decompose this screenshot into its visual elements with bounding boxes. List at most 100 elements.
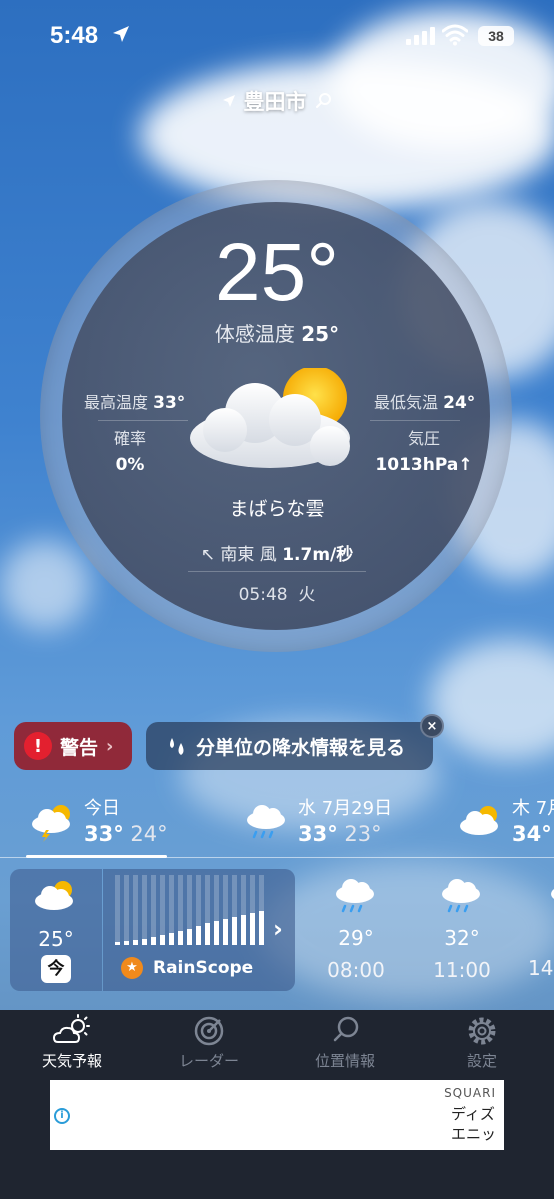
battery-indicator: 38 — [478, 26, 514, 46]
location-arrow-icon — [222, 95, 235, 107]
day-name: 水 7月29日 — [298, 798, 393, 819]
hourly-temp: 32° — [444, 926, 480, 950]
day-name: 木 7月 — [512, 798, 554, 819]
partly-cloudy-icon — [190, 368, 350, 468]
search-icon[interactable] — [315, 92, 333, 110]
wind-info: ↖ 南東 風 1.7m/秒 — [0, 540, 554, 565]
divider — [188, 571, 366, 572]
daily-item[interactable]: 木 7月 34° — [458, 794, 554, 854]
high-temp-label: 最高温度 — [84, 393, 149, 412]
close-icon[interactable]: × — [420, 714, 444, 738]
tab-label: 位置情報 — [314, 1052, 375, 1070]
tab-location[interactable]: 位置情報 — [290, 1014, 400, 1071]
hourly-time: 14 — [528, 956, 554, 980]
day-low: 23° — [344, 822, 382, 846]
day-low: 24° — [130, 822, 168, 846]
now-badge: 今 — [41, 955, 71, 983]
hourly-time: 08:00 — [327, 958, 385, 982]
status-time: 5:48 — [50, 22, 99, 49]
day-high: 33° — [298, 822, 338, 846]
partly-sunny-icon — [52, 1014, 90, 1043]
updated-time: 05:48 — [238, 585, 288, 605]
rain-cloud-icon — [551, 889, 554, 899]
warning-label: 警告 — [60, 736, 99, 759]
current-temperature: 25° — [214, 227, 339, 318]
ad-line: エニッ — [450, 1125, 496, 1143]
ad-brand: SQUARI — [444, 1086, 496, 1100]
rainscope-panel[interactable]: › ★ RainScope — [103, 869, 295, 991]
partly-sunny-icon — [460, 806, 498, 835]
tab-forecast[interactable]: 天気予報 — [17, 1014, 127, 1071]
divider — [98, 420, 188, 421]
tab-radar[interactable]: レーダー — [154, 1014, 264, 1071]
hourly-time: 11:00 — [433, 958, 491, 982]
rain-cloud-icon — [336, 879, 374, 913]
day-temps: 34° — [512, 822, 552, 846]
hourly-item[interactable]: 14 — [528, 876, 554, 980]
pressure: 気圧 1013hPa↑ — [364, 425, 484, 475]
low-temp: 最低気温 24° — [374, 389, 475, 413]
daily-item[interactable]: 今日 33° 24° — [30, 794, 190, 854]
wind-speed: 1.7m/秒 — [282, 545, 354, 565]
exclamation-icon: ! — [24, 732, 52, 760]
day-high: 33° — [84, 822, 124, 846]
weather-condition: まばらな雲 — [229, 498, 325, 520]
hourly-item[interactable]: 29° 08:00 — [316, 876, 396, 982]
hourly-temp: 29° — [338, 926, 374, 950]
chevron-right-icon: › — [106, 735, 114, 757]
rainscope-star-icon: ★ — [121, 957, 143, 979]
rainscope-bars — [115, 875, 264, 945]
wind-direction-icon: ↖ — [200, 545, 215, 565]
raindrops-icon — [170, 738, 184, 755]
hourly-now-temp: 25° — [38, 927, 74, 951]
ad-banner[interactable]: i SQUARI ディズ エニッ — [50, 1080, 504, 1150]
day-high: 34° — [512, 822, 552, 846]
city-header[interactable]: 豊田市 — [0, 86, 554, 116]
tab-settings[interactable]: 設定 — [427, 1014, 537, 1071]
day-temps: 33° 24° — [84, 822, 168, 846]
low-temp-label: 最低気温 — [374, 393, 439, 412]
partly-sunny-icon — [35, 881, 73, 910]
ad-line: ディズ — [450, 1105, 495, 1123]
minute-precip-label: 分単位の降水情報を見る — [196, 736, 406, 759]
chevron-right-icon: › — [273, 915, 283, 943]
rainscope-label: RainScope — [153, 958, 254, 978]
pressure-value: 1013hPa↑ — [375, 455, 473, 475]
updated-day: 火 — [298, 585, 316, 605]
warning-button[interactable]: ! 警告 › — [14, 722, 132, 770]
daily-item[interactable]: 水 7月29日 33° 23° — [244, 794, 444, 854]
rain-cloud-icon — [247, 805, 285, 839]
selected-day-indicator — [26, 855, 167, 858]
hourly-item[interactable]: 32° 11:00 — [422, 876, 502, 982]
city-name: 豊田市 — [243, 90, 307, 114]
precip-prob-label: 確率 — [113, 429, 146, 448]
status-bar: 5:48 38 — [0, 0, 554, 72]
feels-like: 体感温度 25° — [0, 318, 554, 347]
feels-like-value: 25° — [301, 322, 340, 346]
divider — [370, 420, 460, 421]
partly-sunny-thunder-icon — [32, 805, 70, 842]
wind-direction: 南東 風 — [220, 545, 277, 565]
gear-icon — [468, 1017, 496, 1045]
tab-label: 設定 — [466, 1052, 497, 1070]
day-name: 今日 — [84, 798, 120, 819]
updated-datetime: 05:48 火 — [0, 580, 554, 605]
low-temp-value: 24° — [443, 393, 476, 413]
radar-icon — [194, 1016, 224, 1046]
minute-precip-button[interactable]: 分単位の降水情報を見る — [146, 722, 433, 770]
high-temp: 最高温度 33° — [84, 389, 185, 413]
precip-prob-value: 0% — [115, 455, 145, 475]
tab-label: レーダー — [178, 1052, 239, 1070]
precip-prob: 確率 0% — [80, 425, 180, 475]
tab-label: 天気予報 — [41, 1052, 102, 1070]
hourly-now[interactable]: 25° 今 — [10, 869, 102, 991]
rain-cloud-icon — [442, 879, 480, 913]
location-arrow-icon — [113, 26, 129, 42]
cell-signal-icon — [406, 27, 435, 45]
ad-text: ディズ エニッ — [451, 1104, 496, 1144]
pressure-label: 気圧 — [407, 429, 440, 448]
feels-like-label: 体感温度 — [214, 322, 295, 346]
day-temps: 33° 23° — [298, 822, 382, 846]
info-icon[interactable]: i — [54, 1108, 70, 1124]
search-icon — [333, 1016, 359, 1042]
